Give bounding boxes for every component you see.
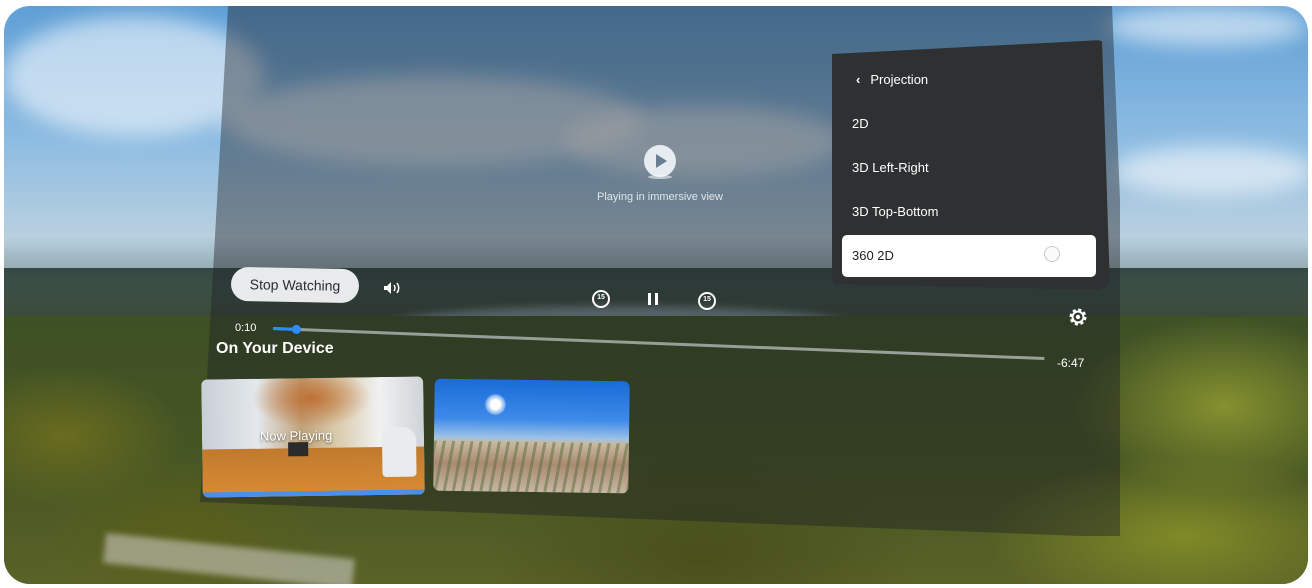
stop-watching-button[interactable]: Stop Watching	[230, 266, 360, 304]
rewind-15-icon[interactable]: 15	[592, 290, 612, 310]
cloud	[1114, 146, 1308, 196]
play-icon[interactable]	[644, 145, 676, 179]
radio-button[interactable]	[1044, 246, 1060, 262]
chevron-left-icon[interactable]: ‹	[856, 72, 860, 87]
video-thumbnail[interactable]	[433, 378, 630, 494]
forward-15-icon[interactable]: 15	[698, 292, 718, 312]
pause-icon[interactable]	[648, 293, 660, 305]
projection-option-3d-left-right[interactable]: 3D Left-Right	[852, 160, 929, 175]
projection-menu: ‹ Projection 2D 3D Left-Right 3D Top-Bott…	[832, 40, 1110, 290]
gear-icon[interactable]	[1067, 306, 1089, 328]
projection-option-3d-top-bottom[interactable]: 3D Top-Bottom	[852, 204, 938, 219]
immersive-message: Playing in immersive view	[560, 145, 760, 203]
immersive-message-text: Playing in immersive view	[597, 191, 723, 203]
remaining-time: -6:47	[1057, 356, 1085, 370]
volume-icon[interactable]	[383, 281, 405, 295]
projection-menu-header[interactable]: ‹ Projection	[856, 72, 928, 87]
projection-option-2d[interactable]: 2D	[852, 116, 869, 131]
video-thumbnail[interactable]: Now Playing	[201, 376, 425, 498]
projection-option-360-2d[interactable]: 360 2D	[842, 235, 1096, 277]
now-playing-label: Now Playing	[259, 427, 333, 444]
section-title: On Your Device	[216, 340, 334, 357]
projection-menu-title: Projection	[870, 72, 929, 87]
projection-option-label: 360 2D	[852, 248, 894, 263]
cloud	[1104, 6, 1308, 46]
current-time: 0:10	[235, 322, 257, 334]
